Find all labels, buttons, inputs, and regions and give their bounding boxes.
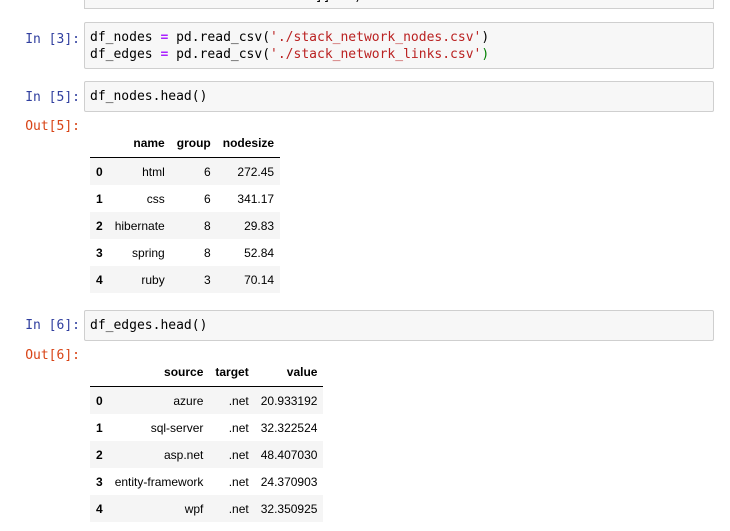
row-index: 0 [96,393,103,408]
code-token: ) [481,47,490,62]
code-token: pd.read_csv( [168,47,271,62]
table-cell: 48.407030 [260,447,318,462]
table-cell: 20.933192 [260,393,318,408]
previous-cell-code: ]]...) [315,0,362,4]
table-header-row: source target value [90,358,324,387]
column-header: nodesize [216,129,281,158]
table-cell: 52.84 [244,245,275,260]
row-index: 3 [96,245,103,260]
row-index: 2 [96,218,103,233]
table-cell: spring [132,245,165,260]
table-cell: sql-server [150,420,204,435]
dataframe-nodes: name group nodesize 0 html 6 272.45 1 css 6 341.17… [90,129,281,293]
table-cell: 6 [204,164,211,179]
column-header: value [254,358,324,387]
output-prompt: Out[6]: [25,348,80,363]
row-index: 1 [96,420,103,435]
code-token: df_edges [90,47,161,62]
table-cell: .net [228,393,249,408]
table-cell: 24.370903 [260,474,318,489]
code-line: df_nodes = pd.read_csv('./stack_network_… [90,29,708,46]
column-header: source [108,358,210,387]
table-cell: asp.net [164,447,204,462]
row-index: 4 [96,272,103,287]
table-cell: 32.350925 [260,501,318,516]
code-token: './stack_network_nodes.csv' [270,30,482,45]
table-row: 3 entity-framework .net 24.370903 [90,468,323,495]
table-cell: css [146,191,165,206]
table-cell: ruby [141,272,165,287]
table-cell: 272.45 [237,164,275,179]
table-cell: 3 [204,272,211,287]
table-cell: 70.14 [244,272,275,287]
row-index: 0 [96,164,103,179]
table-cell: 6 [204,191,211,206]
table-cell: .net [228,501,249,516]
table-row: 4 wpf .net 32.350925 [90,495,324,522]
previous-cell-input[interactable]: ]]...) [84,0,714,9]
code-token: './stack_network_links.csv' [270,47,482,62]
column-header [90,358,109,387]
column-header [90,129,109,158]
table-cell: wpf [184,501,204,516]
code-line: df_edges.head() [90,317,708,334]
input-prompt: In [6]: [25,318,80,333]
table-cell: entity-framework [114,474,204,489]
code-input[interactable]: df_nodes = pd.read_csv('./stack_network_… [84,22,714,69]
row-index: 3 [96,474,103,489]
table-cell: 8 [204,218,211,233]
table-cell: .net [228,447,249,462]
table-cell: 29.83 [244,218,275,233]
row-index: 1 [96,191,103,206]
table-cell: azure [173,393,204,408]
column-header: name [108,129,171,158]
table-row: 1 css 6 341.17 [90,185,280,212]
column-header: group [170,129,217,158]
code-token: df_edges.head() [90,318,208,333]
table-cell: .net [228,420,249,435]
input-prompt: In [5]: [25,90,80,105]
code-input[interactable]: df_edges.head() [84,310,714,341]
table-row: 2 hibernate 8 29.83 [90,212,281,239]
column-header: target [209,358,255,387]
table-row: 1 sql-server .net 32.322524 [90,414,323,441]
table-row: 3 spring 8 52.84 [90,239,280,266]
table-header-row: name group nodesize [90,129,281,158]
table-row: 0 html 6 272.45 [90,157,281,185]
code-line: df_nodes.head() [90,88,708,105]
table-cell: 8 [204,245,211,260]
code-token: df_nodes [90,30,161,45]
table-cell: .net [228,474,249,489]
code-token: ) [481,30,490,45]
table-cell: hibernate [114,218,165,233]
row-index: 2 [96,447,103,462]
table-cell: 341.17 [237,191,275,206]
table-row: 4 ruby 3 70.14 [90,266,281,293]
output-prompt: Out[5]: [25,119,80,134]
table-row: 2 asp.net .net 48.407030 [90,441,324,468]
code-token: pd.read_csv( [168,30,271,45]
table-row: 0 azure .net 20.933192 [90,386,324,414]
table-cell: html [142,164,165,179]
dataframe-edges: source target value 0 azure .net 20.933192 1 sql… [90,358,324,522]
code-line: df_edges = pd.read_csv('./stack_network_… [90,46,708,63]
row-index: 4 [96,501,103,516]
table-cell: 32.322524 [260,420,318,435]
code-input[interactable]: df_nodes.head() [84,81,714,112]
code-token: df_nodes.head() [90,89,208,104]
input-prompt: In [3]: [25,32,80,47]
